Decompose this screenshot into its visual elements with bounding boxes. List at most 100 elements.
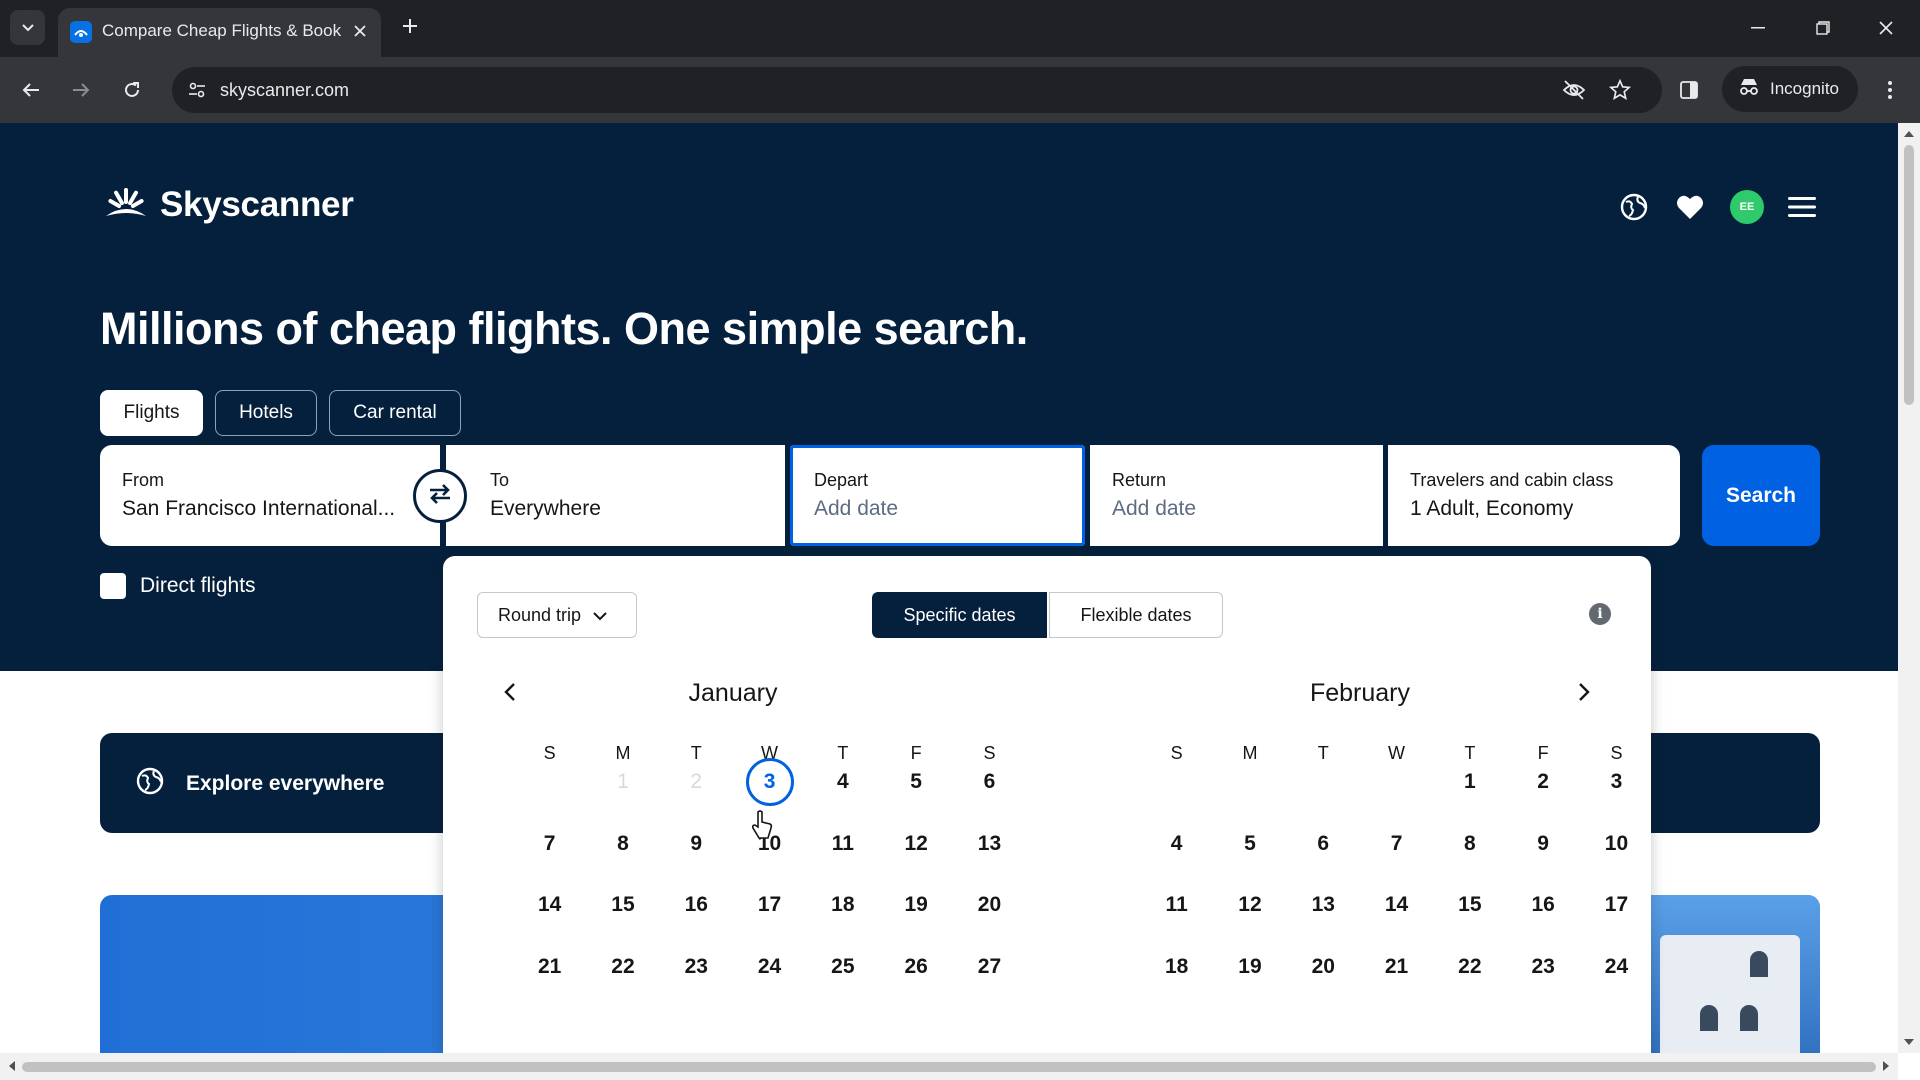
browser-toolbar: skyscanner.com Incognito (0, 57, 1920, 123)
calendar-day[interactable]: 4 (1140, 818, 1213, 870)
close-tab-icon[interactable] (348, 19, 372, 43)
calendar-day[interactable]: 6 (953, 756, 1026, 808)
calendar-day[interactable]: 22 (586, 941, 659, 993)
tab-flights[interactable]: Flights (100, 390, 203, 436)
calendar-day[interactable]: 19 (1213, 941, 1286, 993)
calendar-day-number: 12 (1238, 893, 1262, 916)
horizontal-scrollbar[interactable] (0, 1053, 1898, 1080)
calendar-day[interactable]: 11 (806, 818, 879, 870)
reload-icon[interactable] (114, 72, 150, 108)
calendar-day[interactable]: 27 (953, 941, 1026, 993)
calendar-day[interactable]: 7 (513, 818, 586, 870)
calendar-day[interactable]: 13 (1287, 879, 1360, 931)
more-vert-icon[interactable] (1872, 72, 1908, 108)
new-tab-icon[interactable] (395, 11, 425, 41)
calendar-day[interactable]: 9 (1507, 818, 1580, 870)
calendar-day[interactable]: 21 (1360, 941, 1433, 993)
eye-off-icon[interactable] (1560, 76, 1588, 104)
calendar-day[interactable]: 1 (1433, 756, 1506, 808)
info-icon[interactable]: i (1589, 603, 1611, 625)
skyscanner-logo[interactable]: Skyscanner (100, 185, 354, 225)
restore-icon[interactable] (1803, 10, 1843, 46)
calendar-day[interactable]: 4 (806, 756, 879, 808)
menu-icon[interactable] (1784, 189, 1820, 225)
calendar-day[interactable]: 16 (1507, 879, 1580, 931)
calendar-day-number: 22 (1458, 954, 1482, 978)
site-info-icon[interactable] (182, 75, 212, 105)
calendar-day[interactable]: 6 (1287, 818, 1360, 870)
direct-flights-option[interactable]: Direct flights (100, 573, 256, 599)
forward-icon[interactable] (63, 72, 99, 108)
calendar-day[interactable]: 2 (1507, 756, 1580, 808)
flexible-dates-tab[interactable]: Flexible dates (1049, 592, 1223, 638)
minimize-icon[interactable] (1738, 10, 1778, 46)
incognito-badge[interactable]: Incognito (1722, 66, 1858, 112)
calendar-day[interactable]: 11 (1140, 879, 1213, 931)
horizontal-scroll-thumb[interactable] (22, 1062, 1876, 1072)
calendar-day[interactable]: 9 (660, 818, 733, 870)
calendar-day[interactable]: 10 (1580, 818, 1653, 870)
calendar-day[interactable]: 3 (1580, 756, 1653, 808)
vertical-scrollbar[interactable] (1898, 123, 1920, 1053)
search-button[interactable]: Search (1702, 445, 1820, 546)
tab-hotels[interactable]: Hotels (215, 390, 317, 436)
direct-flights-checkbox[interactable] (100, 573, 126, 599)
side-panel-icon[interactable] (1671, 72, 1707, 108)
calendar-day[interactable]: 18 (806, 879, 879, 931)
tab-list-icon[interactable] (10, 10, 45, 45)
calendar-day[interactable]: 16 (660, 879, 733, 931)
calendar-day[interactable]: 18 (1140, 941, 1213, 993)
specific-dates-tab[interactable]: Specific dates (872, 592, 1047, 638)
return-field[interactable]: Return Add date (1090, 445, 1383, 546)
calendar-day[interactable]: 5 (880, 756, 953, 808)
scroll-down-icon[interactable] (1901, 1034, 1917, 1050)
tab-car-rental[interactable]: Car rental (329, 390, 461, 436)
calendar-day[interactable]: 25 (806, 941, 879, 993)
calendar-day[interactable]: 14 (513, 879, 586, 931)
scroll-up-icon[interactable] (1901, 126, 1917, 142)
calendar-day[interactable]: 20 (1287, 941, 1360, 993)
calendar-day[interactable]: 17 (733, 879, 806, 931)
vertical-scroll-thumb[interactable] (1904, 145, 1914, 405)
calendar-day[interactable]: 24 (733, 941, 806, 993)
calendar-day[interactable]: 15 (586, 879, 659, 931)
avatar[interactable]: EE (1730, 190, 1764, 224)
weekday-header: M (1242, 743, 1258, 763)
calendar-day[interactable]: 7 (1360, 818, 1433, 870)
browser-tab[interactable]: Compare Cheap Flights & Book (58, 8, 381, 57)
scroll-right-icon[interactable] (1878, 1058, 1894, 1074)
depart-field[interactable]: Depart Add date (790, 445, 1085, 546)
calendar-day[interactable]: 8 (586, 818, 659, 870)
star-icon[interactable] (1606, 76, 1634, 104)
calendar-day[interactable]: 5 (1213, 818, 1286, 870)
calendar-day-number: 1 (1463, 770, 1476, 793)
to-field[interactable]: To Everywhere (446, 445, 785, 546)
back-icon[interactable] (13, 72, 49, 108)
swap-button[interactable] (413, 469, 467, 523)
calendar-day[interactable]: 17 (1580, 879, 1653, 931)
calendar-day[interactable]: 23 (660, 941, 733, 993)
scroll-left-icon[interactable] (4, 1058, 20, 1074)
calendar-day[interactable]: 20 (953, 879, 1026, 931)
trip-type-select[interactable]: Round trip (477, 592, 637, 638)
address-bar[interactable]: skyscanner.com (172, 67, 1662, 113)
heart-icon[interactable] (1672, 189, 1708, 225)
calendar-day[interactable]: 12 (880, 818, 953, 870)
close-window-icon[interactable] (1866, 10, 1906, 46)
calendar-day[interactable]: 13 (953, 818, 1026, 870)
calendar-day[interactable]: 15 (1433, 879, 1506, 931)
calendar-day-number: 4 (836, 770, 849, 793)
calendar-day[interactable]: 21 (513, 941, 586, 993)
from-field[interactable]: From San Francisco International... (100, 445, 440, 546)
globe-icon[interactable] (1616, 189, 1652, 225)
calendar-day[interactable]: 23 (1507, 941, 1580, 993)
calendar-day[interactable]: 19 (880, 879, 953, 931)
calendar-day[interactable]: 26 (880, 941, 953, 993)
travelers-field[interactable]: Travelers and cabin class 1 Adult, Econo… (1388, 445, 1680, 546)
calendar-day[interactable]: 3 (733, 756, 806, 808)
calendar-day[interactable]: 8 (1433, 818, 1506, 870)
calendar-day[interactable]: 14 (1360, 879, 1433, 931)
calendar-day[interactable]: 22 (1433, 941, 1506, 993)
calendar-day[interactable]: 24 (1580, 941, 1653, 993)
calendar-day[interactable]: 12 (1213, 879, 1286, 931)
